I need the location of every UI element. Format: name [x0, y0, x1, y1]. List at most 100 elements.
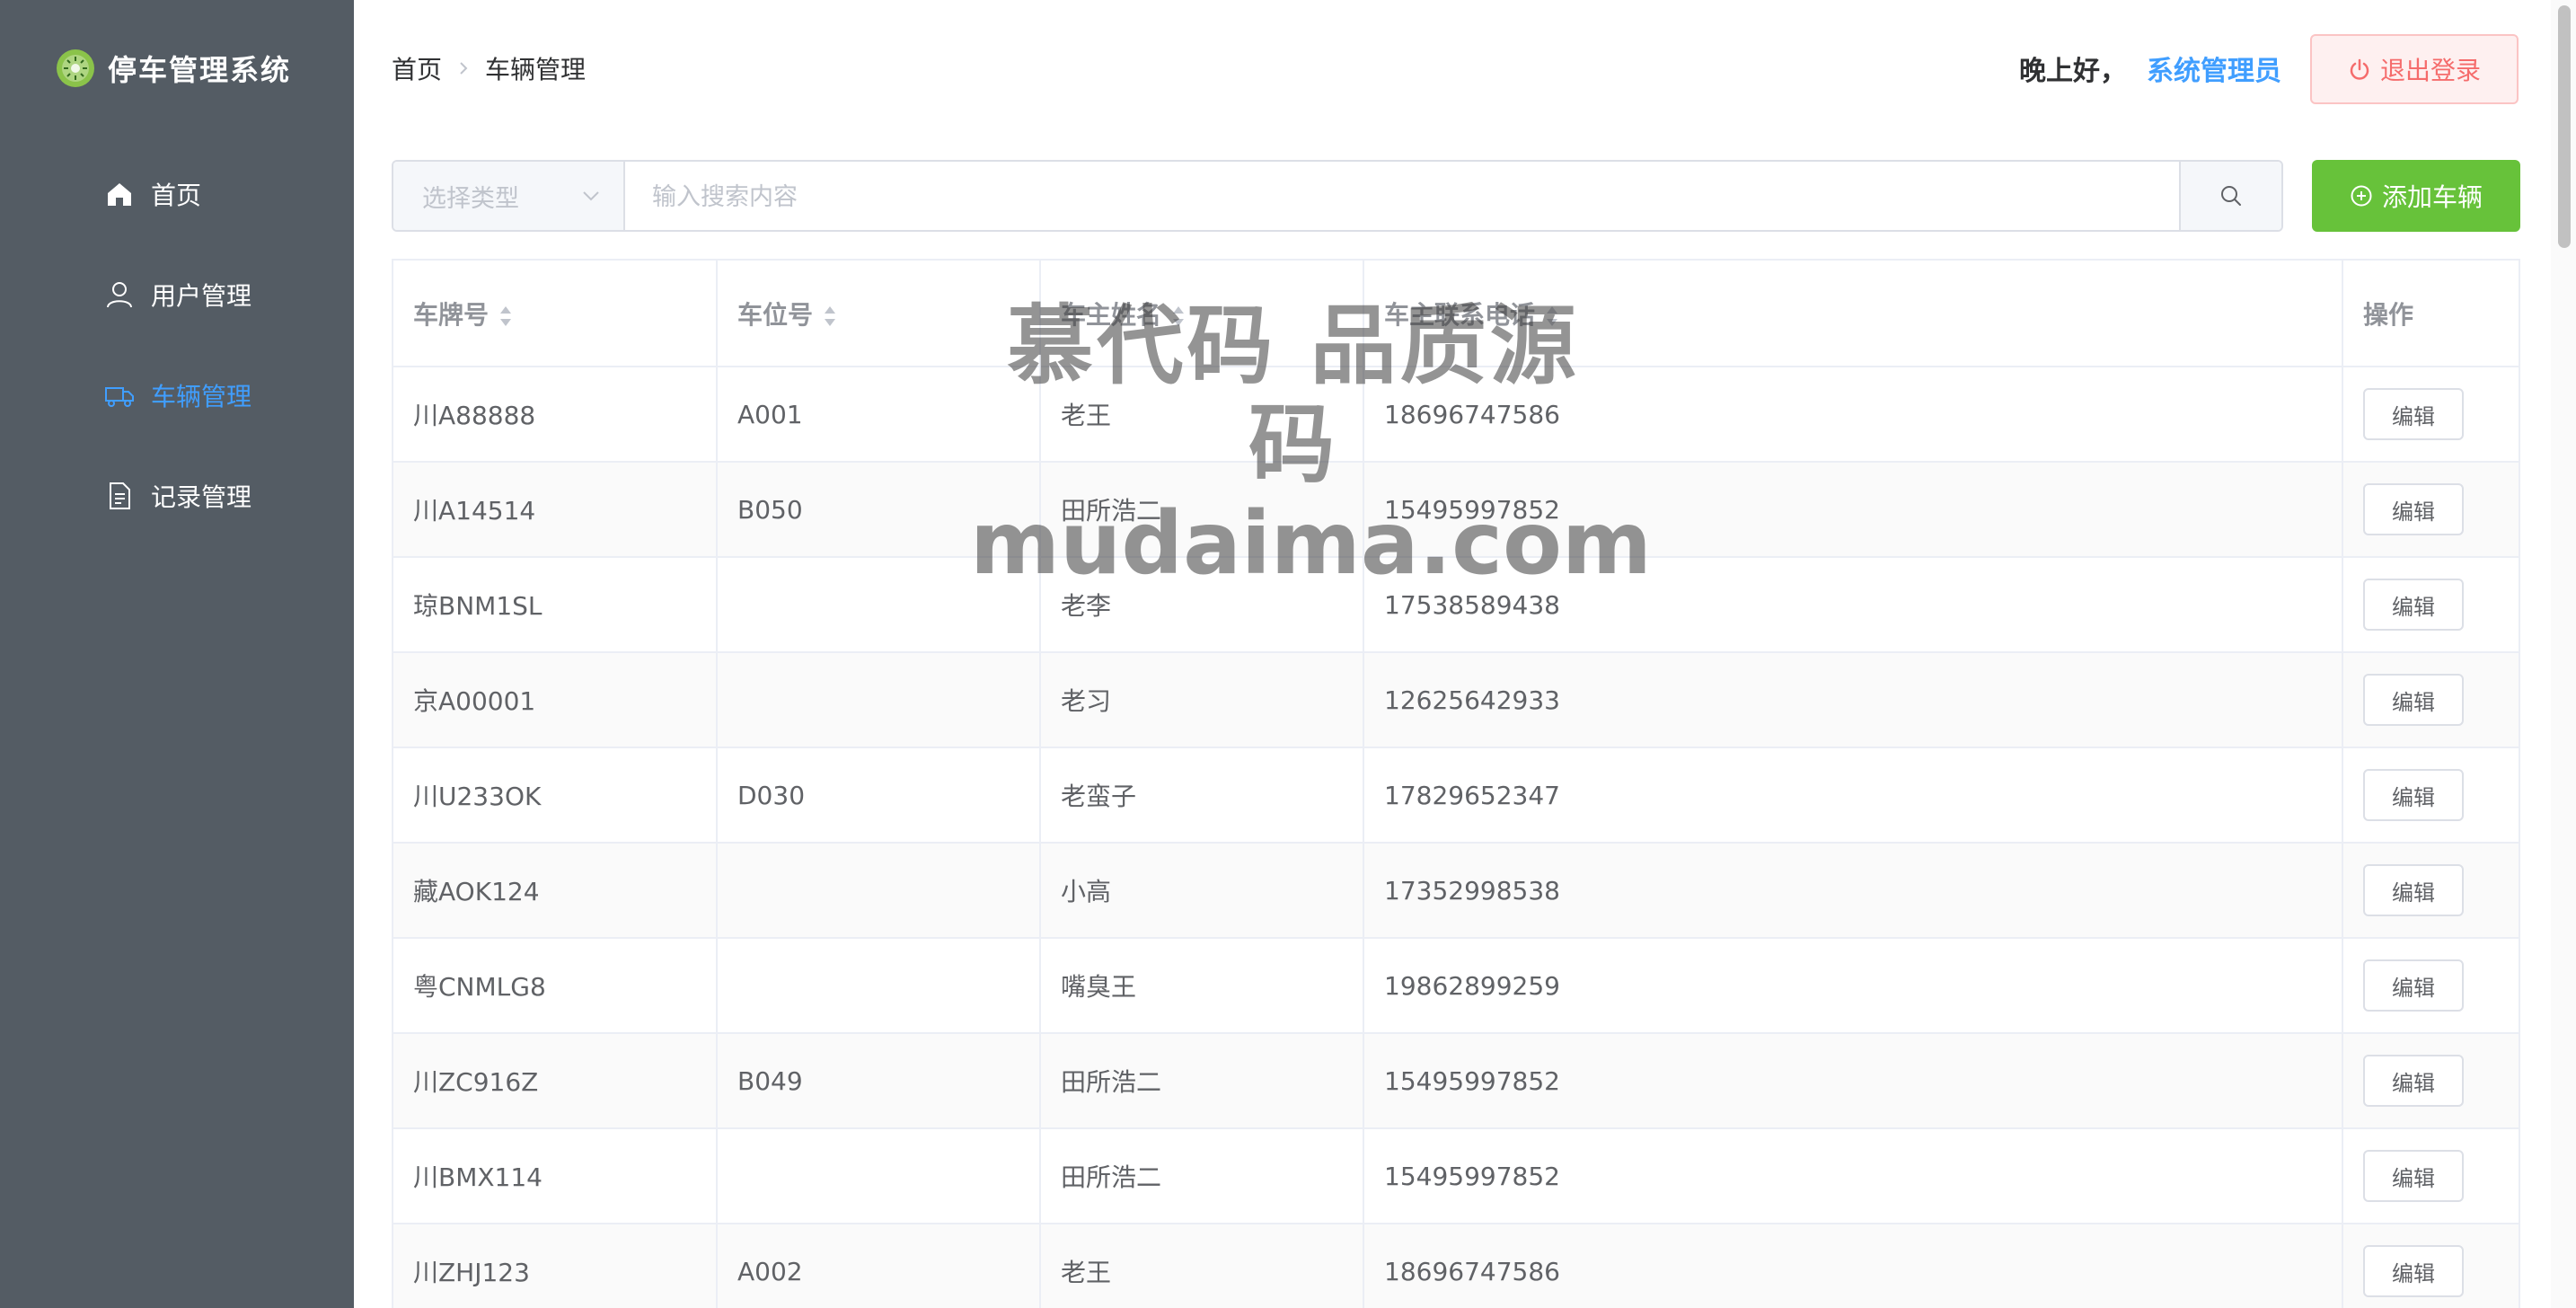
- search-group: 选择类型: [392, 160, 2283, 232]
- table-row: 藏AOK124 小高 17352998538 编辑: [393, 843, 2519, 939]
- sort-icon[interactable]: [1544, 303, 1560, 330]
- edit-button[interactable]: 编辑: [2363, 864, 2464, 916]
- username-link[interactable]: 系统管理员: [2147, 49, 2281, 88]
- cell-owner: 田所浩二: [1040, 462, 1364, 558]
- column-header-phone[interactable]: 车主联系电话: [1363, 261, 2343, 367]
- cell-actions: 编辑: [2342, 1224, 2519, 1308]
- cell-actions: 编辑: [2342, 747, 2519, 844]
- sidebar-item-label: 车辆管理: [151, 382, 252, 411]
- cell-plate: 川ZHJ123: [393, 1224, 718, 1308]
- sidebar-item-label: 首页: [151, 181, 202, 210]
- cell-plate: 川BMX114: [393, 1128, 718, 1224]
- edit-button[interactable]: 编辑: [2363, 579, 2464, 631]
- app-logo: 停车管理系统: [56, 45, 291, 92]
- cell-space: D030: [717, 747, 1041, 844]
- vehicle-table: 车牌号 车位号 车主姓名 车主联系电话 操作 川A88888 A001 老王 1…: [392, 259, 2520, 1308]
- sidebar-item-vehicles[interactable]: 车辆管理: [0, 359, 354, 431]
- cell-space: [717, 557, 1041, 653]
- cell-plate: 川ZC916Z: [393, 1033, 718, 1129]
- cell-plate: 川A14514: [393, 462, 718, 558]
- cell-plate: 川U233OK: [393, 747, 718, 844]
- power-icon: [2350, 58, 2369, 80]
- edit-button[interactable]: 编辑: [2363, 959, 2464, 1012]
- breadcrumb-home-link[interactable]: 首页: [392, 50, 442, 86]
- column-header-label: 车牌号: [413, 299, 490, 330]
- chevron-down-icon: [583, 191, 599, 201]
- table-row: 川ZHJ123 A002 老王 18696747586 编辑: [393, 1224, 2519, 1308]
- cell-space: B050: [717, 462, 1041, 558]
- table-row: 川A88888 A001 老王 18696747586 编辑: [393, 367, 2519, 463]
- search-button[interactable]: [2179, 162, 2281, 230]
- app-title: 停车管理系统: [108, 53, 292, 87]
- cell-actions: 编辑: [2342, 557, 2519, 653]
- home-icon: [108, 183, 131, 206]
- cell-actions: 编辑: [2342, 652, 2519, 748]
- cell-space: A001: [717, 367, 1041, 463]
- edit-button[interactable]: 编辑: [2363, 388, 2464, 440]
- cell-actions: 编辑: [2342, 843, 2519, 939]
- cell-actions: 编辑: [2342, 367, 2519, 463]
- column-header-label: 操作: [2363, 299, 2414, 330]
- page-scrollbar[interactable]: [2551, 0, 2576, 1308]
- cell-space: [717, 843, 1041, 939]
- edit-button[interactable]: 编辑: [2363, 1055, 2464, 1107]
- type-select-placeholder: 选择类型: [422, 184, 519, 213]
- column-header-space[interactable]: 车位号: [717, 261, 1041, 367]
- type-select[interactable]: 选择类型: [393, 162, 625, 230]
- edit-button[interactable]: 编辑: [2363, 674, 2464, 726]
- table-row: 京A00001 老习 12625642933 编辑: [393, 652, 2519, 748]
- column-header-label: 车主联系电话: [1384, 299, 1536, 330]
- table-row: 川A14514 B050 田所浩二 15495997852 编辑: [393, 462, 2519, 558]
- cell-actions: 编辑: [2342, 938, 2519, 1034]
- truck-icon: [105, 387, 134, 407]
- sidebar-item-records[interactable]: 记录管理: [0, 460, 354, 532]
- cell-plate: 川A88888: [393, 367, 718, 463]
- table-row: 川U233OK D030 老蛮子 17829652347 编辑: [393, 747, 2519, 844]
- add-vehicle-button[interactable]: 添加车辆: [2312, 160, 2520, 232]
- breadcrumb-current: 车辆管理: [485, 55, 587, 84]
- column-header-owner[interactable]: 车主姓名: [1040, 261, 1364, 367]
- cell-plate: 京A00001: [393, 652, 718, 748]
- table-row: 川BMX114 田所浩二 15495997852 编辑: [393, 1128, 2519, 1224]
- sort-icon[interactable]: [822, 303, 838, 330]
- cell-plate: 藏AOK124: [393, 843, 718, 939]
- edit-button[interactable]: 编辑: [2363, 1150, 2464, 1202]
- column-header-label: 车主姓名: [1061, 299, 1162, 330]
- table-row: 琼BNM1SL 老李 17538589438 编辑: [393, 557, 2519, 653]
- sidebar-item-home[interactable]: 首页: [0, 158, 354, 230]
- cell-phone: 17352998538: [1363, 843, 2343, 939]
- cell-phone: 17538589438: [1363, 557, 2343, 653]
- edit-button[interactable]: 编辑: [2363, 1245, 2464, 1297]
- sort-icon[interactable]: [1170, 303, 1187, 330]
- search-input[interactable]: [625, 162, 2179, 230]
- sidebar-item-users[interactable]: 用户管理: [0, 259, 354, 331]
- sidebar-item-label: 记录管理: [151, 482, 252, 512]
- cell-phone: 15495997852: [1363, 1128, 2343, 1224]
- column-header-plate[interactable]: 车牌号: [393, 261, 718, 367]
- cell-phone: 15495997852: [1363, 462, 2343, 558]
- logout-button[interactable]: 退出登录: [2310, 34, 2519, 104]
- user-icon: [107, 282, 132, 308]
- column-header-label: 车位号: [737, 299, 814, 330]
- cell-phone: 18696747586: [1363, 1224, 2343, 1308]
- cell-owner: 田所浩二: [1040, 1128, 1364, 1224]
- cell-owner: 小高: [1040, 843, 1364, 939]
- document-icon: [110, 482, 130, 509]
- cell-phone: 17829652347: [1363, 747, 2343, 844]
- cell-owner: 老蛮子: [1040, 747, 1364, 844]
- breadcrumb: 首页 车辆管理: [392, 50, 586, 86]
- scrollbar-thumb[interactable]: [2558, 5, 2571, 248]
- sort-icon[interactable]: [498, 303, 514, 330]
- cell-owner: 老李: [1040, 557, 1364, 653]
- cell-phone: 15495997852: [1363, 1033, 2343, 1129]
- cell-space: [717, 1128, 1041, 1224]
- user-greeting: 晚上好， 系统管理员: [2019, 49, 2281, 88]
- cell-owner: 田所浩二: [1040, 1033, 1364, 1129]
- kiwi-logo-icon: [57, 49, 94, 87]
- cell-actions: 编辑: [2342, 1128, 2519, 1224]
- logout-label: 退出登录: [2379, 56, 2481, 85]
- cell-space: [717, 938, 1041, 1034]
- sidebar: 停车管理系统 首页 用户管理 车辆管理 记录管理: [0, 0, 354, 1308]
- edit-button[interactable]: 编辑: [2363, 483, 2464, 535]
- edit-button[interactable]: 编辑: [2363, 769, 2464, 821]
